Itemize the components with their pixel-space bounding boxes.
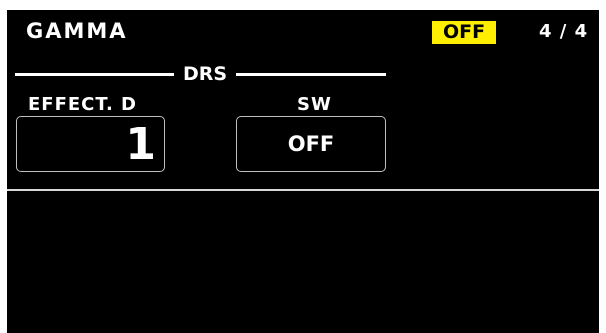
drs-group-line-right [236,73,386,76]
effect-depth-label: EFFECT. D [28,94,137,115]
effect-depth-value: 1 [125,119,156,170]
section-divider [7,189,599,191]
drs-switch-value: OFF [287,132,335,156]
header-divider [7,48,599,49]
status-badge: OFF [432,21,496,44]
drs-group-title: DRS [182,63,228,85]
menu-screen: GAMMA OFF 4 / 4 DRS EFFECT. D 1 SW OFF [7,10,599,333]
page-title: GAMMA [26,19,128,43]
drs-group-line-left [15,73,174,76]
drs-switch-value-box[interactable]: OFF [236,116,386,172]
menu-header: GAMMA OFF 4 / 4 [7,10,599,48]
drs-switch-label: SW [297,94,332,115]
effect-depth-value-box[interactable]: 1 [16,116,165,172]
page-indicator: 4 / 4 [539,21,589,42]
